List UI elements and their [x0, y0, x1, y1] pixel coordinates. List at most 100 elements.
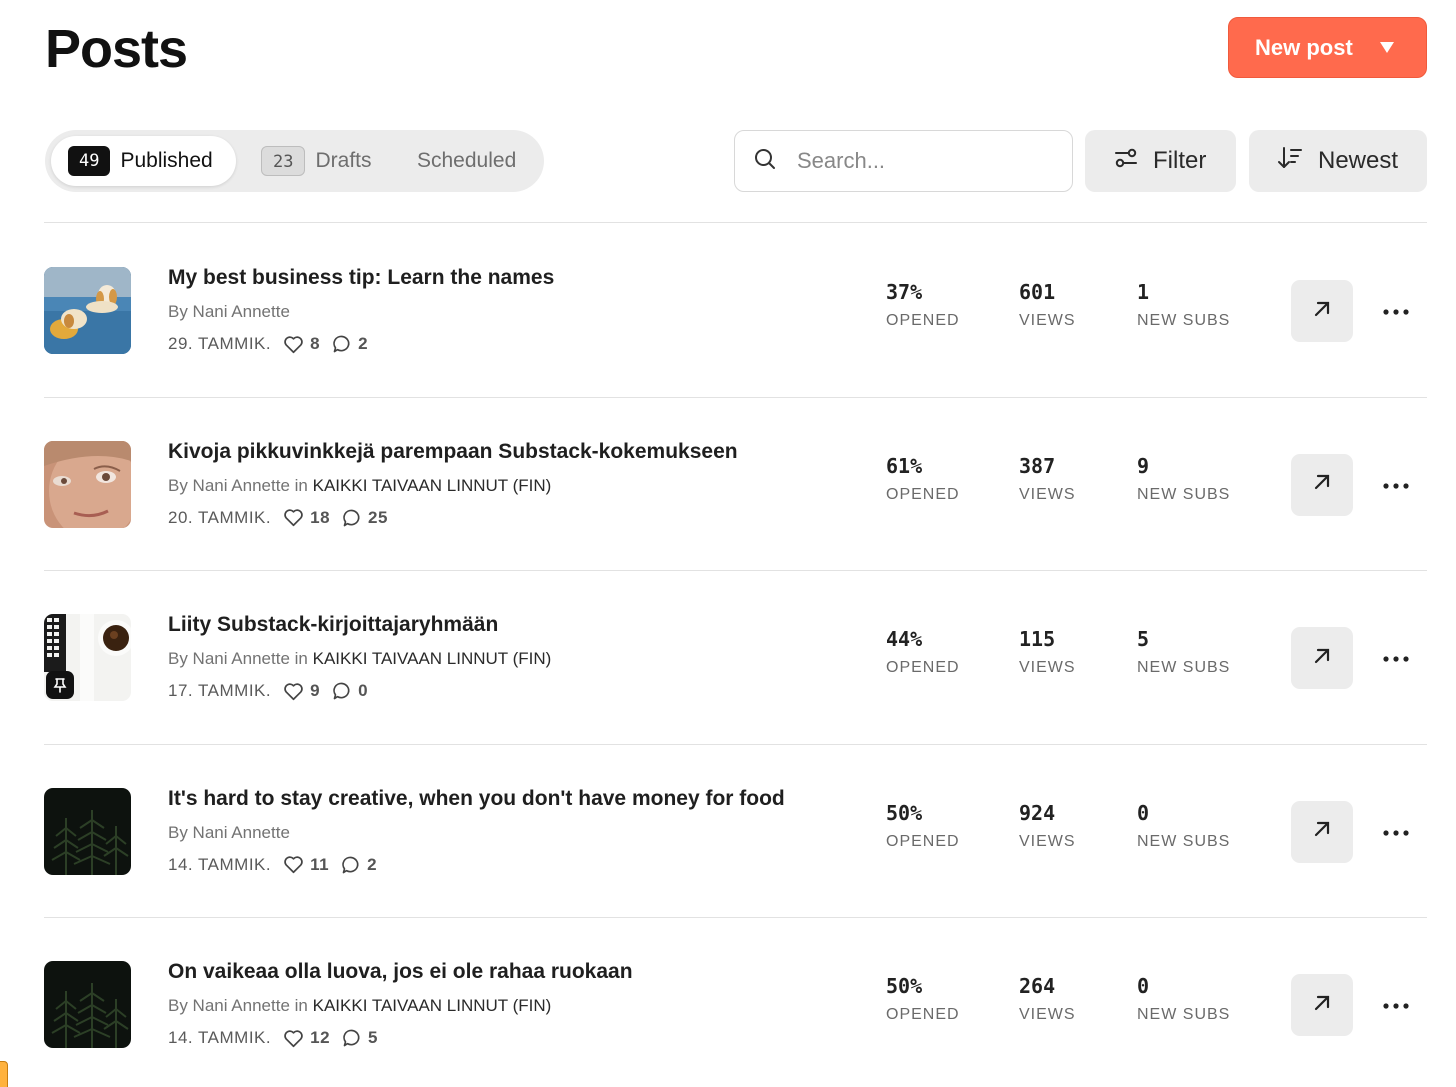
post-date: 14. TAMMIK.: [168, 1028, 272, 1047]
post-title[interactable]: My best business tip: Learn the names: [168, 266, 554, 290]
like-count: 12: [310, 1028, 331, 1047]
heart-icon: [283, 508, 304, 527]
post-title[interactable]: It's hard to stay creative, when you don…: [168, 787, 785, 811]
open-post-button[interactable]: [1291, 800, 1353, 863]
post-row[interactable]: Kivoja pikkuvinkkejä parempaan Substack-…: [44, 398, 1427, 571]
post-publication: KAIKKI TAIVAAN LINNUT (FIN): [312, 996, 552, 1015]
search-box: [734, 130, 1073, 192]
views-value: 387: [1019, 453, 1056, 478]
sort-descending-icon: [1276, 144, 1318, 179]
new-subs-stat: 0 NEW SUBS: [1137, 801, 1230, 851]
open-post-button[interactable]: [1291, 627, 1353, 689]
tab-drafts-label: Drafts: [315, 149, 372, 172]
sort-label: Newest: [1318, 147, 1399, 174]
post-row[interactable]: On vaikeaa olla luova, jos ei ole rahaa …: [44, 918, 1427, 1087]
post-row[interactable]: Liity Substack-kirjoittajaryhmään By Nan…: [44, 571, 1427, 744]
tab-drafts[interactable]: 23 Drafts: [261, 136, 372, 186]
opened-stat: 61% OPENED: [886, 454, 960, 504]
side-tab[interactable]: [0, 1061, 8, 1087]
views-stat: 115 VIEWS: [1019, 627, 1076, 677]
post-status-tabs: 49 Published 23 Drafts Scheduled: [45, 130, 544, 192]
views-label: VIEWS: [1019, 485, 1076, 503]
views-stat: 924 VIEWS: [1019, 801, 1076, 851]
more-options-button[interactable]: [1378, 988, 1414, 1022]
post-row[interactable]: My best business tip: Learn the names By…: [44, 224, 1427, 397]
views-label: VIEWS: [1019, 832, 1076, 850]
more-options-button[interactable]: [1378, 294, 1414, 328]
tab-published-label: Published: [120, 149, 213, 172]
sort-button[interactable]: Newest: [1249, 130, 1427, 192]
post-thumbnail: [44, 787, 131, 875]
post-title[interactable]: Liity Substack-kirjoittajaryhmään: [168, 613, 498, 637]
comment-count: 2: [358, 334, 369, 353]
post-date: 20. TAMMIK.: [168, 507, 272, 527]
new-subs-label: NEW SUBS: [1137, 659, 1231, 676]
post-byline: By Nani Annette in KAIKKI TAIVAAN LINNUT…: [168, 476, 551, 496]
comment-icon: [332, 334, 352, 354]
arrow-up-right-icon: [1312, 299, 1332, 324]
new-subs-label: NEW SUBS: [1137, 485, 1231, 503]
post-byline: By Nani Annette in KAIKKI TAIVAAN LINNUT…: [168, 996, 551, 1016]
more-options-button[interactable]: [1378, 468, 1414, 502]
arrow-up-right-icon: [1312, 819, 1332, 844]
page-title: Posts: [45, 19, 188, 79]
post-thumbnail: [44, 440, 131, 528]
new-subs-value: 0: [1137, 974, 1150, 998]
open-post-button[interactable]: [1291, 280, 1353, 342]
open-post-button[interactable]: [1291, 453, 1353, 516]
ellipsis-icon: [1383, 823, 1409, 841]
new-subs-stat: 5 NEW SUBS: [1137, 627, 1230, 677]
post-date: 17. TAMMIK.: [168, 681, 272, 700]
post-byline: By Nani Annette: [168, 823, 290, 843]
opened-value: 50%: [886, 800, 923, 825]
new-subs-label: NEW SUBS: [1137, 832, 1231, 850]
new-subs-stat: 0 NEW SUBS: [1137, 974, 1230, 1024]
opened-value: 44%: [886, 627, 923, 651]
tab-published[interactable]: 49 Published: [51, 136, 236, 186]
ellipsis-icon: [1383, 476, 1409, 494]
like-count: 18: [310, 507, 331, 527]
heart-icon: [283, 855, 304, 874]
post-byline: By Nani Annette: [168, 302, 290, 322]
post-meta: 14. TAMMIK. 12 5: [168, 1028, 390, 1048]
post-author: By Nani Annette: [168, 996, 290, 1015]
search-input[interactable]: [797, 148, 1057, 174]
comment-count: 5: [368, 1028, 379, 1047]
more-options-button[interactable]: [1378, 641, 1414, 675]
post-author: By Nani Annette: [168, 822, 290, 842]
post-meta: 17. TAMMIK. 9 0: [168, 681, 380, 701]
drafts-count-badge: 23: [261, 146, 306, 176]
comment-icon: [341, 855, 361, 875]
post-title[interactable]: On vaikeaa olla luova, jos ei ole rahaa …: [168, 960, 633, 984]
arrow-up-right-icon: [1312, 993, 1332, 1018]
heart-icon: [283, 1029, 304, 1048]
filter-button[interactable]: Filter: [1085, 130, 1236, 192]
new-subs-value: 5: [1137, 627, 1150, 651]
more-options-button[interactable]: [1378, 815, 1414, 849]
opened-stat: 44% OPENED: [886, 627, 960, 677]
post-title[interactable]: Kivoja pikkuvinkkejä parempaan Substack-…: [168, 440, 738, 464]
new-post-label: New post: [1255, 34, 1353, 60]
opened-value: 61%: [886, 453, 923, 478]
search-icon: [753, 147, 777, 176]
tab-scheduled[interactable]: Scheduled: [417, 136, 516, 186]
new-post-button[interactable]: New post: [1228, 17, 1427, 78]
heart-icon: [283, 682, 304, 701]
views-label: VIEWS: [1019, 659, 1076, 676]
sliders-icon: [1113, 145, 1153, 178]
ellipsis-icon: [1383, 996, 1409, 1014]
post-thumbnail: [44, 267, 131, 354]
ellipsis-icon: [1383, 649, 1409, 667]
comment-icon: [342, 508, 362, 528]
ellipsis-icon: [1383, 302, 1409, 320]
post-publication: KAIKKI TAIVAAN LINNUT (FIN): [312, 475, 552, 495]
new-subs-value: 9: [1137, 453, 1150, 478]
post-thumbnail: [44, 961, 131, 1048]
opened-label: OPENED: [886, 659, 960, 676]
post-in-word: in: [294, 996, 308, 1015]
caret-down-icon: [1380, 42, 1394, 53]
opened-stat: 50% OPENED: [886, 974, 960, 1024]
post-row[interactable]: It's hard to stay creative, when you don…: [44, 745, 1427, 918]
opened-label: OPENED: [886, 312, 960, 329]
open-post-button[interactable]: [1291, 974, 1353, 1036]
